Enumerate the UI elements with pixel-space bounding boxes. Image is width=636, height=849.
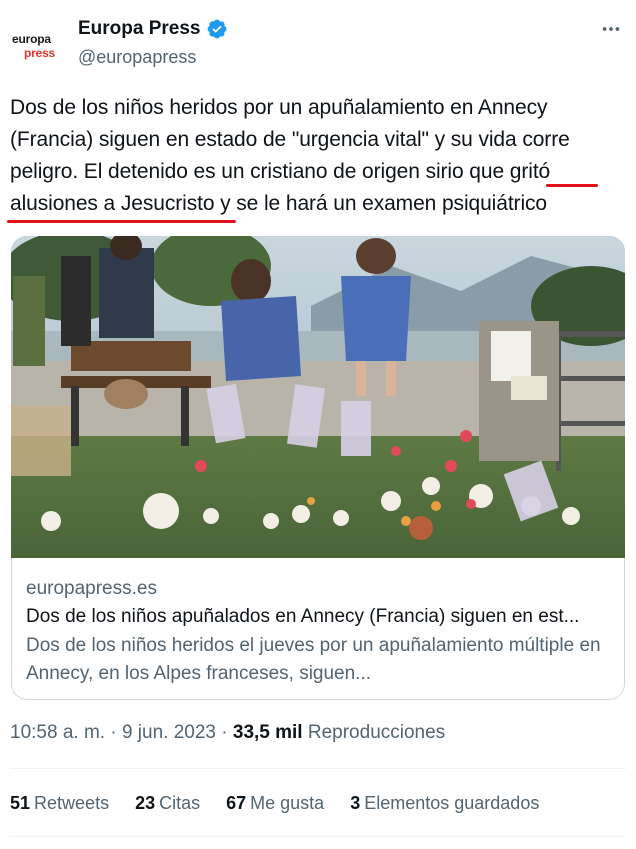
tweet-header: europa press Europa Press @europapress	[10, 12, 626, 72]
avatar-text-europa: europa	[12, 32, 51, 46]
name-row: Europa Press	[78, 18, 228, 40]
avatar-text-press: press	[24, 46, 56, 60]
link-card-domain: europapress.es	[26, 578, 157, 599]
divider	[10, 768, 626, 769]
link-card-body[interactable]: europapress.es Dos de los niños apuñalad…	[26, 576, 616, 688]
stat-retweets-label: Retweets	[34, 793, 110, 813]
stat-quotes-count: 23	[135, 793, 156, 813]
stat-bookmarks-count: 3	[350, 793, 361, 813]
link-card-title: Dos de los niños apuñalados en Annecy (F…	[26, 606, 580, 627]
verified-badge-icon[interactable]	[206, 18, 228, 40]
meta-separator: ·	[105, 722, 122, 743]
stat-likes-count: 67	[226, 793, 247, 813]
memorial-photo-illustration	[11, 236, 625, 558]
link-card-image[interactable]	[11, 236, 625, 558]
views-label: Reproducciones	[302, 722, 446, 743]
tweet-text: Dos de los niños heridos por un apuñalam…	[10, 92, 622, 220]
tweet-date[interactable]: 9 jun. 2023	[122, 722, 216, 743]
engagement-stats: 51 Retweets 23 Citas 67 Me gusta 3 Elementos…	[10, 793, 565, 814]
tweet-time[interactable]: 10:58 a. m.	[10, 722, 105, 743]
account-handle[interactable]: @europapress	[78, 47, 196, 68]
tweet-text-part3: y se le hará un examen psiquiátrico	[214, 192, 547, 215]
link-card-description: Dos de los niños heridos el jueves por u…	[26, 635, 601, 684]
tweet-text-part1: Dos de los niños heridos por un apuñalam…	[10, 96, 570, 183]
meta-separator: ·	[215, 722, 233, 743]
views-count: 33,5 mil	[232, 722, 303, 743]
stat-bookmarks[interactable]: 3 Elementos guardados	[350, 793, 539, 814]
stat-bookmarks-label: Elementos guardados	[364, 793, 540, 813]
stat-quotes-label: Citas	[159, 793, 201, 813]
tweet-text-highlight-alusiones: alusiones a Jesucristo	[10, 192, 215, 215]
stat-retweets[interactable]: 51 Retweets	[10, 793, 109, 814]
tweet-text-highlight-grito: gritó	[509, 160, 551, 183]
stat-likes[interactable]: 67 Me gusta	[226, 793, 324, 814]
stat-quotes[interactable]: 23 Citas	[135, 793, 200, 814]
display-name[interactable]: Europa Press	[78, 18, 201, 40]
tweet-meta: 10:58 a. m. · 9 jun. 2023 · 33,5 mil Rep…	[10, 722, 445, 744]
divider	[10, 836, 626, 837]
stat-likes-label: Me gusta	[250, 793, 325, 813]
avatar[interactable]: europa press	[10, 16, 62, 68]
stat-retweets-count: 51	[10, 793, 31, 813]
red-underline-annotation-1	[546, 184, 598, 187]
more-horizontal-icon[interactable]	[598, 16, 624, 42]
red-underline-annotation-2	[7, 220, 236, 223]
